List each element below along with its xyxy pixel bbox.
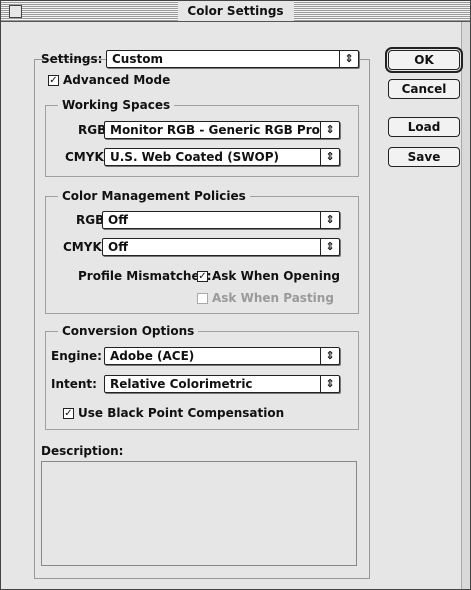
popup-arrow-icon: ⇕ xyxy=(320,376,339,392)
checkbox-checked-icon: ✓ xyxy=(197,270,208,282)
ask-when-opening-checkbox[interactable]: ✓ Ask When Opening xyxy=(197,269,340,283)
policy-rgb-popup[interactable]: Off ⇕ xyxy=(102,211,340,229)
intent-label: Intent: xyxy=(51,377,97,391)
ok-button[interactable]: OK xyxy=(385,47,463,73)
checkbox-checked-icon: ✓ xyxy=(48,74,59,86)
working-spaces-title: Working Spaces xyxy=(58,97,175,113)
title-bar[interactable]: Color Settings xyxy=(1,1,470,22)
engine-popup[interactable]: Adobe (ACE) ⇕ xyxy=(104,347,340,365)
popup-arrow-icon: ⇕ xyxy=(320,348,339,364)
policy-rgb-value: Off xyxy=(108,213,128,227)
popup-arrow-icon: ⇕ xyxy=(320,149,339,165)
policy-cmyk-label: CMYK: xyxy=(63,240,107,254)
ask-when-opening-label: Ask When Opening xyxy=(212,269,340,283)
policies-title: Color Management Policies xyxy=(58,188,250,204)
settings-label: Settings: xyxy=(41,52,103,66)
intent-value: Relative Colorimetric xyxy=(110,377,253,391)
ws-cmyk-value: U.S. Web Coated (SWOP) xyxy=(110,150,280,164)
description-label: Description: xyxy=(41,444,124,458)
ws-rgb-value: Monitor RGB - Generic RGB Profile xyxy=(110,123,320,137)
advanced-mode-label: Advanced Mode xyxy=(63,73,171,87)
engine-label: Engine: xyxy=(51,349,102,363)
black-point-compensation-checkbox[interactable]: ✓ Use Black Point Compensation xyxy=(63,406,284,420)
popup-arrow-icon: ⇕ xyxy=(320,212,339,228)
policy-cmyk-popup[interactable]: Off ⇕ xyxy=(102,238,340,256)
profile-mismatches-label: Profile Mismatches: xyxy=(78,269,212,283)
popup-arrow-icon: ⇕ xyxy=(339,51,358,67)
settings-popup[interactable]: Custom ⇕ xyxy=(106,50,359,68)
intent-popup[interactable]: Relative Colorimetric ⇕ xyxy=(104,375,340,393)
policy-cmyk-value: Off xyxy=(108,240,128,254)
save-button[interactable]: Save xyxy=(388,147,460,167)
ask-when-pasting-label: Ask When Pasting xyxy=(212,291,334,305)
ask-when-pasting-checkbox[interactable]: Ask When Pasting xyxy=(197,291,334,305)
checkbox-checked-icon: ✓ xyxy=(63,407,74,419)
description-box xyxy=(41,461,357,566)
ws-cmyk-label: CMYK: xyxy=(65,150,109,164)
black-point-compensation-label: Use Black Point Compensation xyxy=(78,406,285,420)
window-title: Color Settings xyxy=(177,1,294,21)
ws-cmyk-popup[interactable]: U.S. Web Coated (SWOP) ⇕ xyxy=(104,148,340,166)
settings-popup-value: Custom xyxy=(112,52,163,66)
checkbox-unchecked-icon xyxy=(197,292,208,304)
cancel-button[interactable]: Cancel xyxy=(388,79,460,99)
advanced-mode-checkbox[interactable]: ✓ Advanced Mode xyxy=(48,73,170,87)
right-edge-panel xyxy=(461,22,470,589)
engine-value: Adobe (ACE) xyxy=(110,349,195,363)
load-button[interactable]: Load xyxy=(388,117,460,137)
ws-rgb-popup[interactable]: Monitor RGB - Generic RGB Profile ⇕ xyxy=(104,121,340,139)
color-settings-window: Color Settings Settings: Custom ⇕ OK Can… xyxy=(0,0,471,590)
working-spaces-group: Working Spaces xyxy=(45,97,359,177)
conversion-title: Conversion Options xyxy=(58,323,199,339)
close-box[interactable] xyxy=(9,5,22,18)
popup-arrow-icon: ⇕ xyxy=(320,239,339,255)
popup-arrow-icon: ⇕ xyxy=(320,122,339,138)
